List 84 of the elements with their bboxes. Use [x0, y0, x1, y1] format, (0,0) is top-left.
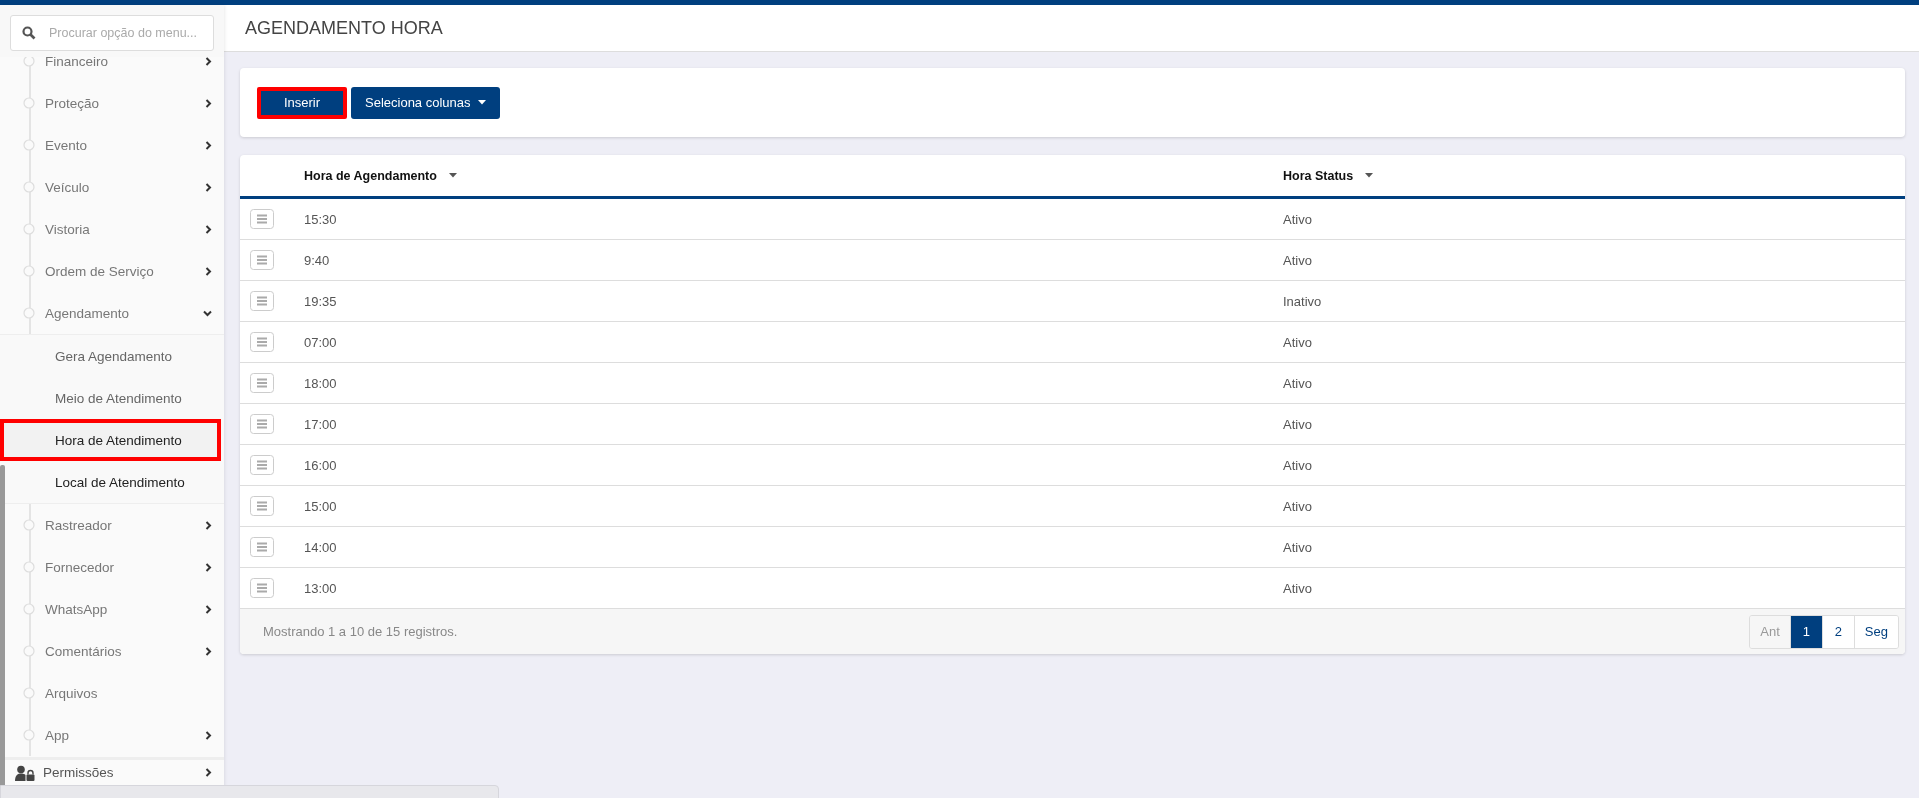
- timeline-dot-icon: [23, 97, 35, 109]
- submenu-item[interactable]: Local de Atendimento: [5, 461, 224, 503]
- search-field[interactable]: Procurar opção do menu...: [10, 15, 214, 51]
- row-menu-icon: [250, 496, 274, 516]
- page-title: AGENDAMENTO HORA: [245, 17, 443, 39]
- sidebar-item-label: Comentários: [45, 643, 123, 659]
- sidebar-item-label: Arquivos: [45, 685, 99, 701]
- sidebar-item-label: App: [45, 727, 71, 743]
- sidebar-item[interactable]: Arquivos: [5, 672, 224, 714]
- sidebar-item[interactable]: Vistoria: [5, 208, 224, 250]
- row-menu-icon: [250, 373, 274, 393]
- column-header[interactable]: Hora de Agendamento: [304, 168, 1283, 183]
- sidebar-item-label: Rastreador: [45, 517, 113, 533]
- table-cell-text: 13:00: [304, 580, 338, 596]
- page-button[interactable]: 2: [1821, 615, 1854, 648]
- sidebar-item-label: Fornecedor: [45, 559, 116, 575]
- table-cell-text: Ativo: [1283, 457, 1313, 473]
- submenu-item[interactable]: Hora de Atendimento: [0, 419, 221, 461]
- timeline-dot-icon: [23, 687, 35, 699]
- search-icon: [22, 26, 36, 40]
- table-cell-text: Ativo: [1283, 252, 1313, 268]
- table-cell-text: 19:35: [304, 293, 338, 309]
- table-cell-text: 16:00: [304, 457, 338, 473]
- sidebar-item[interactable]: Rastreador: [5, 504, 224, 546]
- toolbar-button[interactable]: Seleciona colunas: [351, 86, 500, 119]
- sidebar-item[interactable]: Ordem de Serviço: [5, 250, 224, 292]
- sidebar-item[interactable]: WhatsApp: [5, 588, 224, 630]
- table-cell-text: 9:40: [304, 252, 331, 268]
- row-menu-icon: [250, 414, 274, 434]
- sidebar-item[interactable]: Agendamento: [5, 292, 224, 334]
- table-cell-text: 07:00: [304, 334, 338, 350]
- table-cell-text: 18:00: [304, 375, 338, 391]
- sidebar-item[interactable]: Veículo: [5, 166, 224, 208]
- submenu-item[interactable]: Gera Agendamento: [5, 335, 224, 377]
- timeline-dot-icon: [23, 519, 35, 531]
- submenu-item[interactable]: Meio de Atendimento: [5, 377, 224, 419]
- sidebar-item[interactable]: Proteção: [5, 82, 224, 124]
- sidebar-item-label: WhatsApp: [45, 601, 109, 617]
- table-cell-text: Ativo: [1283, 580, 1313, 596]
- sidebar-item-label: Veículo: [45, 179, 91, 195]
- table-cell-text: 17:00: [304, 416, 338, 432]
- timeline-dot-icon: [23, 223, 35, 235]
- sort-caret-icon: [448, 173, 457, 178]
- row-menu-icon: [250, 209, 274, 229]
- record-count: Mostrando 1 a 10 de 15 registros.: [263, 624, 458, 639]
- row-menu-icon: [250, 537, 274, 557]
- row-menu-icon: [250, 578, 274, 598]
- table-cell-text: Ativo: [1283, 375, 1313, 391]
- sidebar-item-label: Agendamento: [45, 305, 131, 321]
- table-cell-text: Inativo: [1283, 293, 1323, 309]
- timeline-dot-icon: [23, 603, 35, 615]
- timeline-dot-icon: [23, 265, 35, 277]
- table-cell-text: 15:30: [304, 211, 338, 227]
- page-button[interactable]: 1: [1789, 615, 1822, 648]
- timeline-dot-icon: [23, 307, 35, 319]
- sidebar-item[interactable]: Comentários: [5, 630, 224, 672]
- timeline-dot-icon: [23, 645, 35, 657]
- user-lock-icon: [15, 764, 35, 781]
- table-cell-text: Ativo: [1283, 416, 1313, 432]
- sidebar-item[interactable]: Evento: [5, 124, 224, 166]
- row-menu-icon: [250, 455, 274, 475]
- sidebar-item-label: Proteção: [45, 95, 101, 111]
- table-cell-text: 14:00: [304, 539, 338, 555]
- timeline-dot-icon: [23, 729, 35, 741]
- row-menu-icon: [250, 291, 274, 311]
- row-menu-icon: [250, 332, 274, 352]
- sidebar-item[interactable]: Fornecedor: [5, 546, 224, 588]
- timeline-dot-icon: [23, 139, 35, 151]
- page-button[interactable]: Seg: [1853, 615, 1898, 648]
- table-cell-text: Ativo: [1283, 334, 1313, 350]
- table-cell-text: Ativo: [1283, 539, 1313, 555]
- sidebar-item[interactable]: App: [5, 714, 224, 756]
- sort-caret-icon: [1365, 173, 1374, 178]
- timeline-dot-icon: [23, 181, 35, 193]
- timeline-dot-icon: [23, 561, 35, 573]
- table-cell-text: Ativo: [1283, 211, 1313, 227]
- sidebar-item-label: Vistoria: [45, 221, 91, 237]
- toolbar-button[interactable]: Inserir: [257, 86, 347, 119]
- table-cell-text: Ativo: [1283, 498, 1313, 514]
- sidebar-item-label: Ordem de Serviço: [45, 263, 155, 279]
- row-menu-icon: [250, 250, 274, 270]
- table-cell-text: 15:00: [304, 498, 338, 514]
- column-header[interactable]: Hora Status: [1283, 168, 1905, 183]
- sidebar-item-label: Evento: [45, 137, 89, 153]
